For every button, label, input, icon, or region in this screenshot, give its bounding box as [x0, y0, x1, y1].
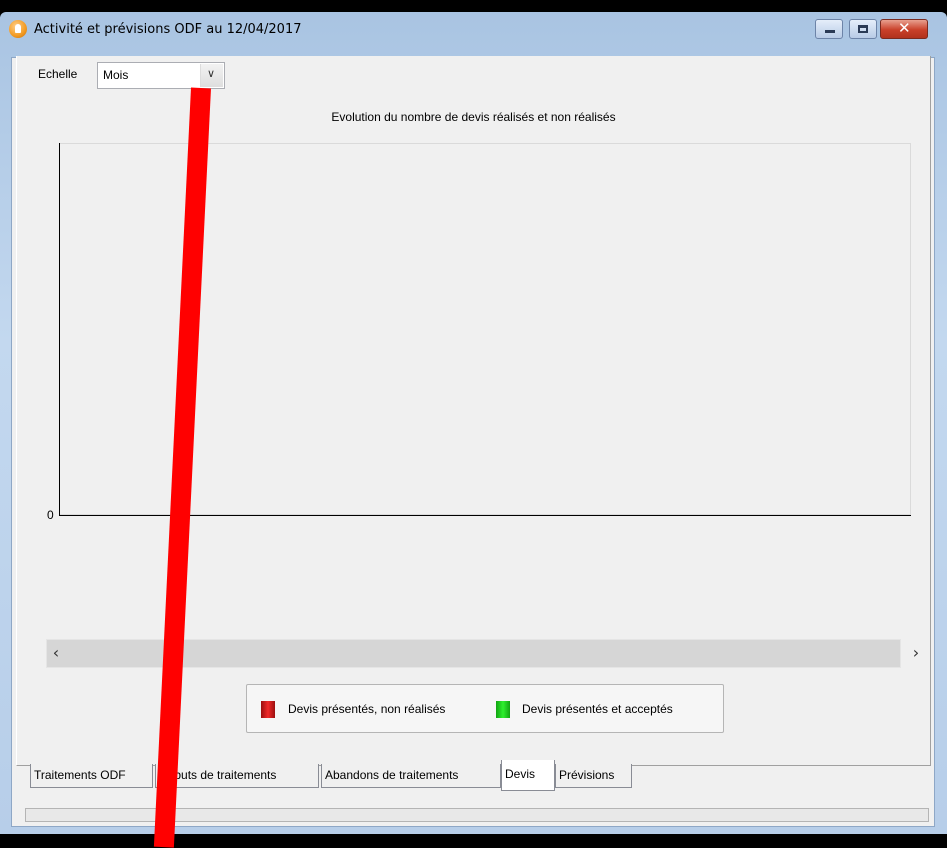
- scroll-right-icon[interactable]: ›: [905, 642, 927, 664]
- maximize-icon: [858, 25, 868, 33]
- legend-label: Devis présentés et acceptés: [522, 702, 673, 716]
- echelle-select-value: Mois: [103, 68, 129, 82]
- tab-devis[interactable]: Devis: [501, 760, 555, 791]
- close-button[interactable]: ✕: [880, 19, 928, 39]
- tooth-app-icon: [9, 20, 27, 38]
- legend-swatch-green: [496, 701, 510, 718]
- echelle-select[interactable]: Mois ∨: [97, 62, 225, 89]
- y-axis: [59, 143, 60, 516]
- tab-debuts-traitements[interactable]: Débuts de traitements: [155, 764, 319, 788]
- legend-swatch-red: [261, 701, 275, 718]
- y-tick-label: 0: [47, 508, 54, 522]
- window-title: Activité et prévisions ODF au 12/04/2017: [34, 22, 302, 37]
- chevron-down-icon: ∨: [207, 68, 216, 80]
- maximize-button[interactable]: [849, 19, 877, 39]
- scroll-left-icon[interactable]: ‹: [45, 642, 67, 664]
- echelle-label: Echelle: [38, 67, 78, 81]
- chart-legend: Devis présentés, non réalisés Devis prés…: [246, 684, 724, 733]
- chart-title: Evolution du nombre de devis réalisés et…: [331, 110, 616, 124]
- tab-previsions[interactable]: Prévisions: [555, 764, 632, 788]
- legend-label: Devis présentés, non réalisés: [288, 702, 446, 716]
- tab-abandons-traitements[interactable]: Abandons de traitements: [321, 764, 501, 788]
- close-icon: ✕: [898, 19, 911, 37]
- tab-traitements-odf[interactable]: Traitements ODF: [30, 764, 153, 788]
- minimize-button[interactable]: [815, 19, 843, 39]
- minimize-icon: [825, 30, 835, 33]
- dropdown-button[interactable]: ∨: [200, 64, 223, 87]
